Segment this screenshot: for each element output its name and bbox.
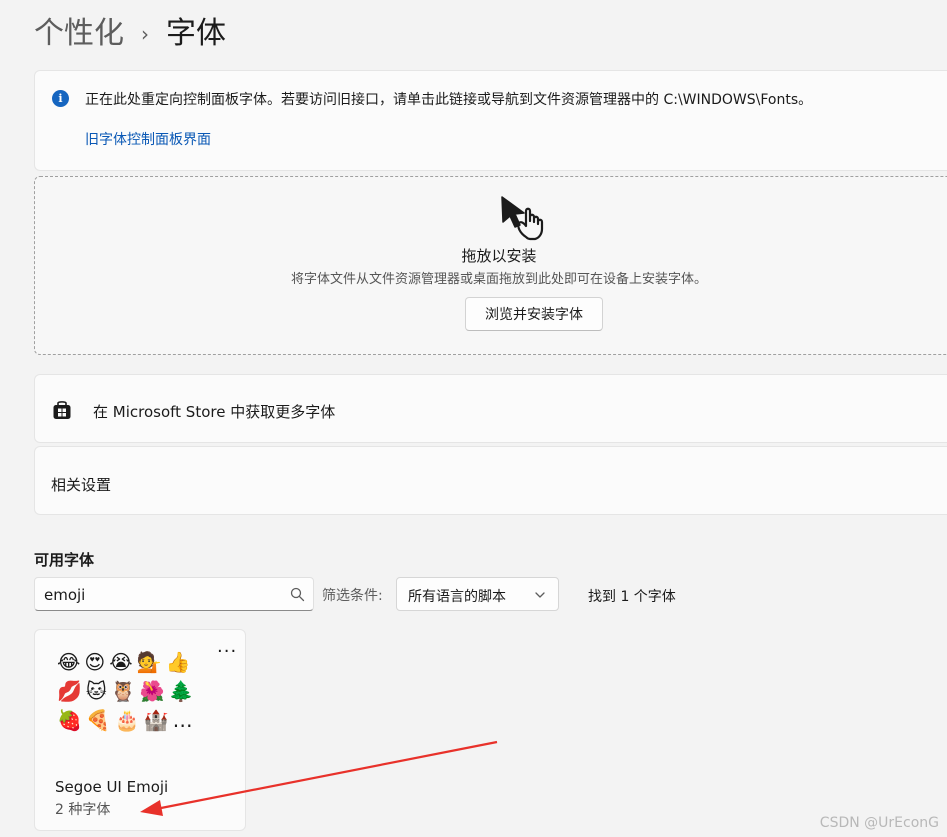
microsoft-store-link[interactable]: 在 Microsoft Store 中获取更多字体: [34, 374, 947, 443]
drag-hand-icon: [501, 196, 544, 241]
store-link-label: 在 Microsoft Store 中获取更多字体: [93, 403, 336, 421]
emoji-preview-row: 💋🐱🦉🌺🌲: [57, 679, 198, 703]
language-filter-dropdown[interactable]: 所有语言的脚本: [396, 577, 559, 611]
font-result-count: 找到 1 个字体: [588, 589, 676, 605]
more-options-icon[interactable]: ···: [217, 643, 237, 661]
filter-label: 筛选条件:: [322, 588, 383, 604]
font-search-input[interactable]: [44, 584, 279, 606]
info-icon: i: [52, 90, 69, 107]
breadcrumb-personalization[interactable]: 个性化: [34, 12, 124, 56]
related-settings-label: 相关设置: [51, 476, 112, 494]
info-message: 正在此处重定向控制面板字体。若要访问旧接口，请单击此链接或导航到文件资源管理器中…: [85, 92, 813, 108]
chevron-right-icon: ›: [141, 22, 149, 46]
emoji-preview-row: 😂😍😭💁👍: [57, 650, 195, 674]
page-title: 字体: [166, 16, 226, 51]
drop-to-install-zone[interactable]: 拖放以安装 将字体文件从文件资源管理器或桌面拖放到此处即可在设备上安装字体。 浏…: [34, 176, 947, 355]
breadcrumb: 个性化 › 字体: [34, 12, 226, 56]
font-count: 2 种字体: [55, 802, 111, 818]
emoji-preview-row: 🍓🍕🎂🏰…: [57, 708, 197, 732]
filter-selected-value: 所有语言的脚本: [408, 589, 506, 605]
chevron-down-icon: [535, 592, 545, 598]
browse-install-button[interactable]: 浏览并安装字体: [465, 297, 603, 331]
fonts-settings-page: 个性化 › 字体 i 正在此处重定向控制面板字体。若要访问旧接口，请单击此链接或…: [0, 0, 947, 837]
watermark: CSDN @UrEconG: [819, 815, 939, 831]
font-tile-segoe-ui-emoji[interactable]: ··· 😂😍😭💁👍 💋🐱🦉🌺🌲 🍓🍕🎂🏰… Segoe UI Emoji 2 种…: [34, 629, 246, 831]
available-fonts-title: 可用字体: [34, 551, 95, 569]
drop-subtitle: 将字体文件从文件资源管理器或桌面拖放到此处即可在设备上安装字体。: [290, 272, 707, 287]
font-search-box[interactable]: [34, 577, 314, 611]
search-icon[interactable]: [290, 587, 305, 602]
legacy-font-panel-link[interactable]: 旧字体控制面板界面: [85, 129, 211, 149]
font-name: Segoe UI Emoji: [55, 778, 169, 796]
info-banner: i 正在此处重定向控制面板字体。若要访问旧接口，请单击此链接或导航到文件资源管理…: [34, 70, 947, 171]
drop-title: 拖放以安装: [461, 247, 537, 265]
related-settings: 相关设置: [34, 446, 947, 515]
emoji-preview: 😂😍😭💁👍 💋🐱🦉🌺🌲 🍓🍕🎂🏰…: [57, 648, 207, 735]
store-icon: [53, 401, 71, 419]
